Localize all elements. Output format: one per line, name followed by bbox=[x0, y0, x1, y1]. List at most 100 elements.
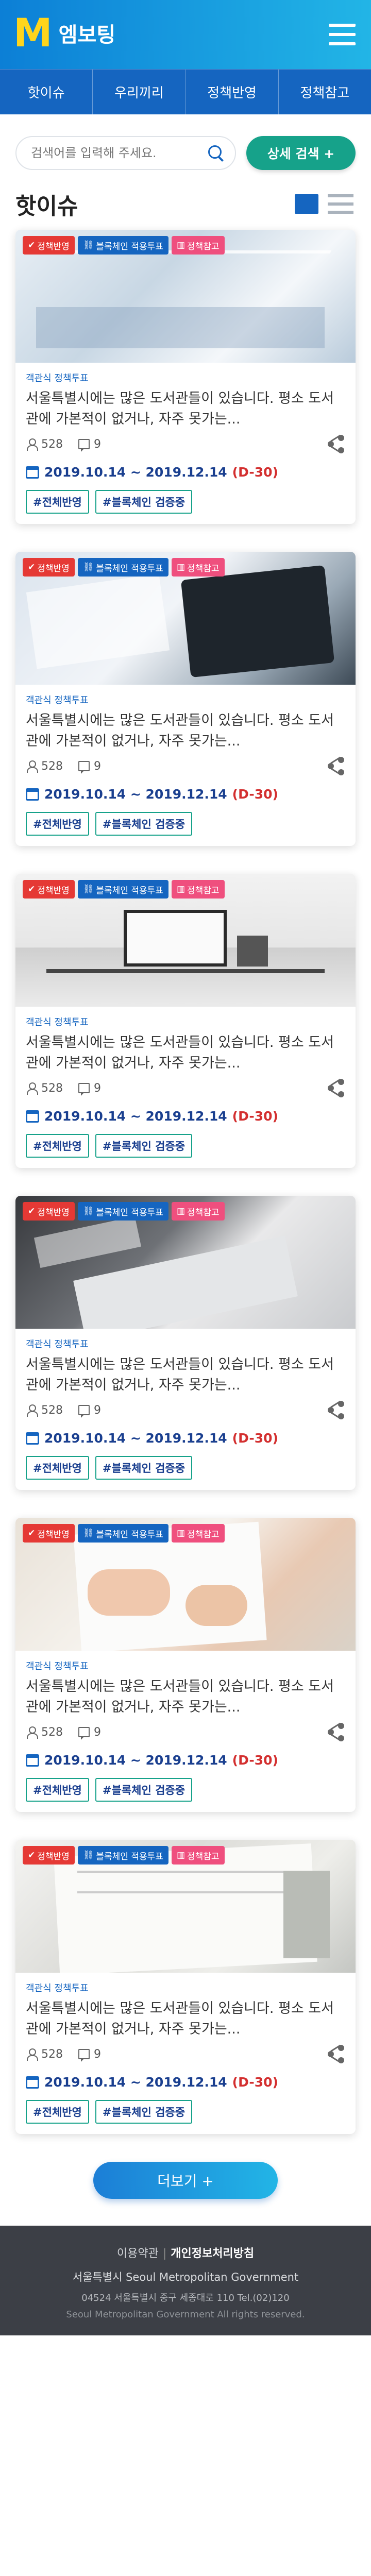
tag-all-applied[interactable]: #전체반영 bbox=[26, 490, 89, 514]
tag-blockchain-verifying[interactable]: #블록체인 검증중 bbox=[95, 1778, 193, 1802]
tag-row: #전체반영 #블록체인 검증중 bbox=[26, 2100, 345, 2124]
share-icon[interactable] bbox=[328, 434, 345, 453]
card-text[interactable]: 서울특별시에는 많은 도서관들이 있습니다. 평소 도서관에 가본적이 없거나,… bbox=[26, 1998, 345, 2040]
logo-text: 엠보팅 bbox=[58, 23, 116, 47]
badge-label: 정책참고 bbox=[187, 1851, 220, 1862]
tag-row: #전체반영 #블록체인 검증중 bbox=[26, 1456, 345, 1480]
tag-all-applied[interactable]: #전체반영 bbox=[26, 1134, 89, 1158]
issue-card[interactable]: ✔ 정책반영 ⛓ 블록체인 적용투표 ▥ 정책참고 객관식 정책투표 서울특별시에는 … bbox=[15, 552, 356, 846]
card-category: 객관식 정책투표 bbox=[26, 695, 89, 706]
share-icon[interactable] bbox=[328, 2044, 345, 2063]
person-icon bbox=[26, 438, 38, 451]
card-category: 객관식 정책투표 bbox=[26, 373, 89, 384]
detail-search-button[interactable]: 상세 검색 + bbox=[246, 136, 356, 170]
tag-all-applied[interactable]: #전체반영 bbox=[26, 1778, 89, 1802]
tag-all-applied[interactable]: #전체반영 bbox=[26, 812, 89, 836]
comment-count: 9 bbox=[78, 1404, 101, 1418]
link-icon: ⛓ bbox=[82, 1206, 94, 1216]
book-icon: ▥ bbox=[176, 1850, 185, 1860]
tag-blockchain-verifying[interactable]: #블록체인 검증중 bbox=[95, 1456, 193, 1480]
badge-blockchain-vote: ⛓ 블록체인 적용투표 bbox=[77, 1202, 168, 1221]
more-button[interactable]: 더보기 + bbox=[93, 2162, 278, 2199]
comment-icon bbox=[78, 1083, 90, 1096]
issue-card[interactable]: ✔ 정책반영 ⛓ 블록체인 적용투표 ▥ 정책참고 객관식 정책투표 서울특별시에는 … bbox=[15, 1196, 356, 1490]
list-view-icon[interactable] bbox=[328, 194, 353, 214]
card-image[interactable]: ✔ 정책반영 ⛓ 블록체인 적용투표 ▥ 정책참고 bbox=[15, 230, 356, 363]
comment-count-value: 9 bbox=[94, 759, 101, 773]
view-count: 528 bbox=[26, 1726, 63, 1739]
search-input[interactable] bbox=[31, 146, 207, 160]
nav-item-among-us[interactable]: 우리끼리 bbox=[93, 70, 186, 114]
menu-icon[interactable] bbox=[329, 24, 356, 45]
nav-item-policy-reference[interactable]: 정책참고 bbox=[279, 70, 371, 114]
issue-card[interactable]: ✔ 정책반영 ⛓ 블록체인 적용투표 ▥ 정책참고 객관식 정책투표 서울특별시에는 … bbox=[15, 1518, 356, 1812]
view-toggle bbox=[295, 194, 353, 214]
d-day: (D-30) bbox=[232, 787, 278, 802]
nav-item-policy-applied[interactable]: 정책반영 bbox=[186, 70, 279, 114]
badge-label: 정책참고 bbox=[187, 1207, 220, 1218]
calendar-icon bbox=[26, 2076, 39, 2089]
issue-card[interactable]: ✔ 정책반영 ⛓ 블록체인 적용투표 ▥ 정책참고 객관식 정책투표 서울특별시에는 … bbox=[15, 1840, 356, 2134]
card-body: 객관식 정책투표 서울특별시에는 많은 도서관들이 있습니다. 평소 도서관에 … bbox=[15, 363, 356, 524]
badge-label: 블록체인 적용투표 bbox=[96, 563, 163, 574]
badge-label: 정책반영 bbox=[37, 563, 70, 574]
issue-card[interactable]: ✔ 정책반영 ⛓ 블록체인 적용투표 ▥ 정책참고 객관식 정책투표 서울특별시에는 … bbox=[15, 230, 356, 524]
badge-blockchain-vote: ⛓ 블록체인 적용투표 bbox=[77, 1524, 168, 1543]
nav-item-hot-issue[interactable]: 핫이슈 bbox=[0, 70, 93, 114]
card-image[interactable]: ✔ 정책반영 ⛓ 블록체인 적용투표 ▥ 정책참고 bbox=[15, 552, 356, 685]
person-icon bbox=[26, 760, 38, 773]
tag-blockchain-verifying[interactable]: #블록체인 검증중 bbox=[95, 490, 193, 514]
date-range: 2019.10.14 ~ 2019.12.14 bbox=[44, 1753, 227, 1768]
vote-period: 2019.10.14 ~ 2019.12.14 (D-30) bbox=[26, 1109, 345, 1124]
share-icon[interactable] bbox=[328, 1400, 345, 1419]
share-icon[interactable] bbox=[328, 1722, 345, 1741]
card-text[interactable]: 서울특별시에는 많은 도서관들이 있습니다. 평소 도서관에 가본적이 없거나,… bbox=[26, 1032, 345, 1074]
footer-copyright: Seoul Metropolitan Government All rights… bbox=[66, 2309, 305, 2320]
view-count-value: 528 bbox=[41, 1725, 63, 1739]
badge-policy-reference: ▥ 정책참고 bbox=[171, 236, 225, 255]
badge-label: 정책반영 bbox=[37, 1851, 70, 1862]
card-text[interactable]: 서울특별시에는 많은 도서관들이 있습니다. 평소 도서관에 가본적이 없거나,… bbox=[26, 1676, 345, 1718]
tag-blockchain-verifying[interactable]: #블록체인 검증중 bbox=[95, 812, 193, 836]
privacy-link[interactable]: 개인정보처리방침 bbox=[171, 2247, 254, 2260]
terms-link[interactable]: 이용약관 bbox=[117, 2247, 159, 2260]
link-icon: ⛓ bbox=[82, 562, 94, 572]
badge-policy-applied: ✔ 정책반영 bbox=[23, 1846, 75, 1865]
comment-count: 9 bbox=[78, 1082, 101, 1096]
vote-period: 2019.10.14 ~ 2019.12.14 (D-30) bbox=[26, 1753, 345, 1768]
card-image[interactable]: ✔ 정책반영 ⛓ 블록체인 적용투표 ▥ 정책참고 bbox=[15, 874, 356, 1007]
badge-policy-reference: ▥ 정책참고 bbox=[171, 1846, 225, 1865]
calendar-icon bbox=[26, 1754, 39, 1767]
d-day: (D-30) bbox=[232, 465, 278, 480]
share-icon[interactable] bbox=[328, 756, 345, 775]
card-list: ✔ 정책반영 ⛓ 블록체인 적용투표 ▥ 정책참고 객관식 정책투표 서울특별시에는 … bbox=[0, 230, 371, 2134]
view-count: 528 bbox=[26, 1082, 63, 1095]
card-text[interactable]: 서울특별시에는 많은 도서관들이 있습니다. 평소 도서관에 가본적이 없거나,… bbox=[26, 710, 345, 752]
issue-card[interactable]: ✔ 정책반영 ⛓ 블록체인 적용투표 ▥ 정책참고 객관식 정책투표 서울특별시에는 … bbox=[15, 874, 356, 1168]
search-icon[interactable] bbox=[207, 144, 225, 162]
card-text[interactable]: 서울특별시에는 많은 도서관들이 있습니다. 평소 도서관에 가본적이 없거나,… bbox=[26, 388, 345, 430]
card-image[interactable]: ✔ 정책반영 ⛓ 블록체인 적용투표 ▥ 정책참고 bbox=[15, 1196, 356, 1329]
tag-blockchain-verifying[interactable]: #블록체인 검증중 bbox=[95, 1134, 193, 1158]
tag-blockchain-verifying[interactable]: #블록체인 검증중 bbox=[95, 2100, 193, 2124]
comment-count: 9 bbox=[78, 438, 101, 452]
badge-label: 정책참고 bbox=[187, 563, 220, 574]
view-count: 528 bbox=[26, 2048, 63, 2061]
view-count-value: 528 bbox=[41, 759, 63, 773]
card-image[interactable]: ✔ 정책반영 ⛓ 블록체인 적용투표 ▥ 정책참고 bbox=[15, 1840, 356, 1973]
tag-all-applied[interactable]: #전체반영 bbox=[26, 1456, 89, 1480]
logo[interactable]: M 엠보팅 bbox=[13, 13, 115, 53]
tag-all-applied[interactable]: #전체반영 bbox=[26, 2100, 89, 2124]
badge-policy-applied: ✔ 정책반영 bbox=[23, 880, 75, 899]
share-icon[interactable] bbox=[328, 1078, 345, 1097]
view-count: 528 bbox=[26, 1404, 63, 1417]
card-view-icon[interactable] bbox=[295, 194, 318, 214]
card-body: 객관식 정책투표 서울특별시에는 많은 도서관들이 있습니다. 평소 도서관에 … bbox=[15, 1973, 356, 2134]
badge-group: ✔ 정책반영 ⛓ 블록체인 적용투표 ▥ 정책참고 bbox=[23, 1202, 225, 1221]
d-day: (D-30) bbox=[232, 1753, 278, 1768]
card-image[interactable]: ✔ 정책반영 ⛓ 블록체인 적용투표 ▥ 정책참고 bbox=[15, 1518, 356, 1651]
tag-row: #전체반영 #블록체인 검증중 bbox=[26, 1134, 345, 1158]
card-meta: 528 9 bbox=[26, 1400, 345, 1419]
card-text[interactable]: 서울특별시에는 많은 도서관들이 있습니다. 평소 도서관에 가본적이 없거나,… bbox=[26, 1354, 345, 1396]
book-icon: ▥ bbox=[176, 562, 185, 572]
